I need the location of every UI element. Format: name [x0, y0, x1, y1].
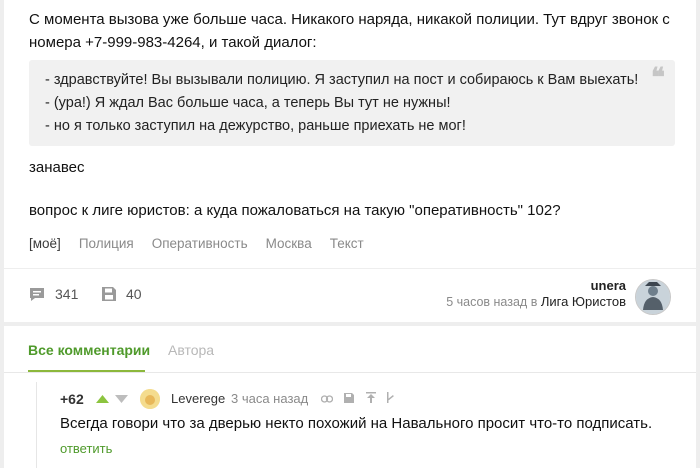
saves-count: 40	[126, 286, 142, 302]
save-icon	[102, 287, 116, 301]
upvote-icon[interactable]	[96, 395, 109, 403]
post-author[interactable]: unera	[591, 278, 626, 293]
comments-tabs: Все комментарии Автора	[4, 326, 696, 373]
quote-line: - но я только заступил на дежурство, ран…	[45, 118, 466, 134]
tag-mine[interactable]: [моё]	[29, 236, 61, 256]
save-comment-icon[interactable]	[344, 393, 354, 403]
comment-text: Всегда говори что за дверью некто похожи…	[60, 415, 653, 432]
go-to-parent-icon[interactable]	[366, 392, 376, 403]
comment-author[interactable]: Leverege	[171, 391, 225, 406]
comments-section: Все комментарии Автора +62 Leverege 3 ча…	[4, 326, 696, 468]
comment-time[interactable]: 3 часа назад	[231, 391, 308, 406]
tag-efficiency[interactable]: Оперативность	[152, 236, 248, 256]
post-question-text: вопрос к лиге юристов: а куда пожаловать…	[29, 202, 561, 219]
avatar-image	[140, 389, 160, 409]
tab-author-comments[interactable]: Автора	[168, 342, 214, 358]
comment-rating: +62	[60, 391, 84, 407]
author-avatar[interactable]	[635, 279, 671, 315]
tag-list: [моё] Полиция Оперативность Москва Текст	[29, 236, 382, 256]
divider	[4, 268, 696, 269]
post-meta: 5 часов назад в Лига Юристов	[446, 294, 626, 309]
comments-count-button[interactable]: 341	[29, 286, 78, 302]
comments-count: 341	[55, 286, 79, 302]
active-tab-indicator	[28, 370, 145, 372]
quote-line: - здравствуйте! Вы вызывали полицию. Я з…	[45, 72, 639, 88]
link-icon[interactable]	[321, 395, 333, 403]
branch-icon[interactable]	[386, 392, 394, 403]
quote-icon: ❝	[651, 63, 665, 93]
post-card: С момента вызова уже больше часа. Никако…	[4, 0, 696, 322]
post-curtain-text: занавес	[29, 159, 85, 176]
avatar-image	[636, 280, 670, 314]
quote-block: - здравствуйте! Вы вызывали полицию. Я з…	[29, 60, 675, 146]
community-link[interactable]: Лига Юристов	[541, 294, 626, 309]
tag-text[interactable]: Текст	[330, 236, 364, 256]
tab-all-comments[interactable]: Все комментарии	[28, 342, 150, 358]
comment-icon	[30, 287, 44, 301]
downvote-icon[interactable]	[115, 395, 128, 403]
quote-line: - (ура!) Я ждал Вас больше часа, а тепер…	[45, 95, 451, 111]
post-intro-text: С момента вызова уже больше часа. Никако…	[29, 11, 670, 51]
comment-author-avatar[interactable]	[140, 389, 160, 409]
post-time: 5 часов назад в	[446, 295, 538, 309]
tag-moscow[interactable]: Москва	[266, 236, 312, 256]
reply-link[interactable]: ответить	[60, 441, 112, 456]
tag-police[interactable]: Полиция	[79, 236, 134, 256]
save-button[interactable]: 40	[102, 286, 142, 302]
comment-thread-line[interactable]	[36, 382, 37, 468]
